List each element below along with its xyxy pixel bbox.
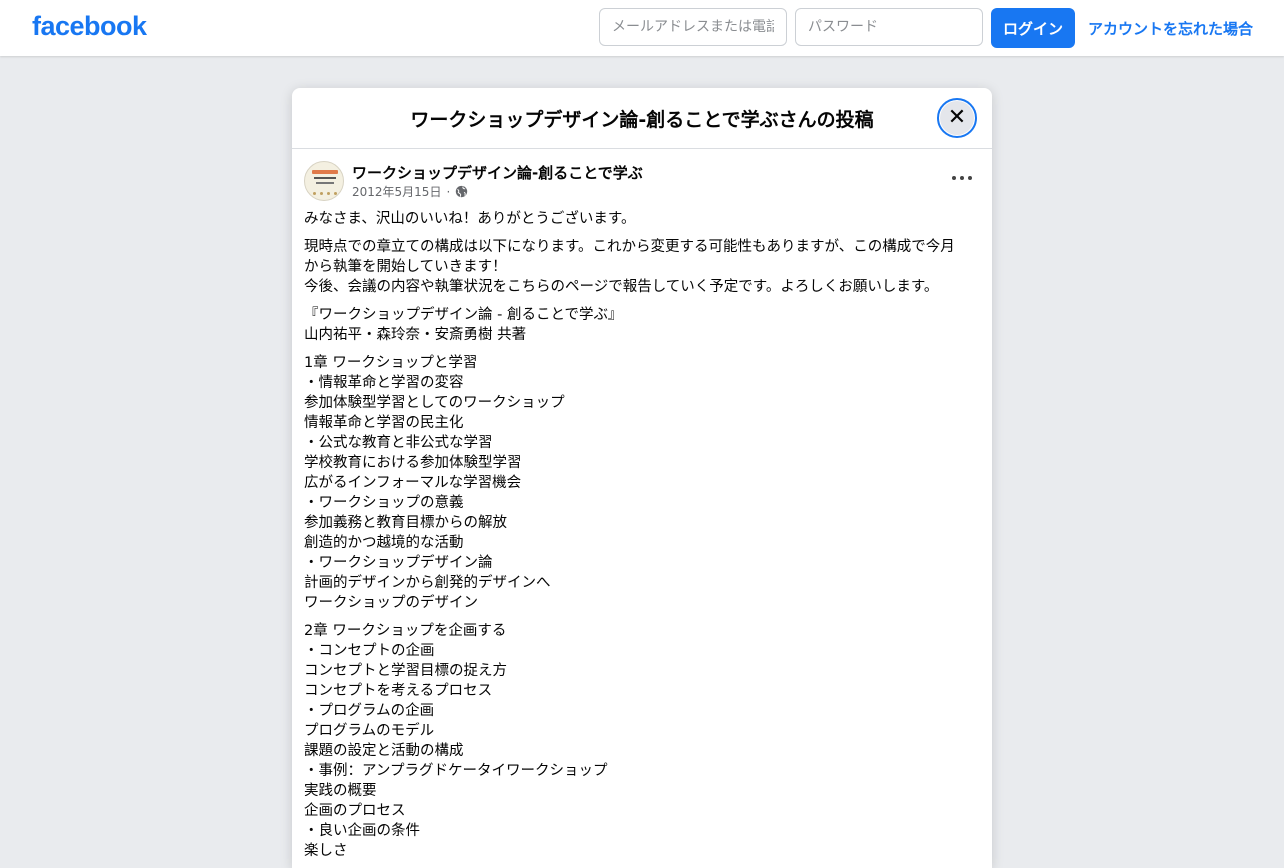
post-date[interactable]: 2012年5月15日 — [352, 183, 441, 200]
post-text-line: 参加義務と教育目標からの解放 — [304, 515, 507, 531]
post-text-line: ・事例：アンプラグドケータイワークショップ — [304, 763, 608, 779]
post-meta: 2012年5月15日 · — [352, 183, 468, 200]
post-text-line: 参加体験型学習としてのワークショップ — [304, 395, 565, 411]
post-text-line: から執筆を開始していきます！ — [304, 259, 507, 275]
post-text-line: 山内祐平・森玲奈・安斎勇樹 共著 — [304, 327, 527, 343]
post-text-line: 現時点での章立ての構成は以下になります。これから変更する可能性もありますが、この… — [304, 239, 955, 255]
modal-title: ワークショップデザイン論-創ることで学ぶさんの投稿 — [410, 109, 874, 131]
post-paragraph: 1章 ワークショップと学習 ・情報革命と学習の変容参加体験型学習としてのワークショ… — [304, 353, 980, 613]
post-text-line: ・ワークショップの意義 — [304, 495, 464, 511]
post-text-line: コンセプトと学習目標の捉え方 — [304, 663, 507, 679]
post-text-line: ・良い企画の条件 — [304, 823, 420, 839]
login-button[interactable]: ログイン — [991, 8, 1075, 48]
post-text-line: 1章 ワークショップと学習 — [304, 355, 478, 371]
post-paragraph: 現時点での章立ての構成は以下になります。これから変更する可能性もありますが、この… — [304, 237, 980, 297]
post-text-line: ワークショップのデザイン — [304, 595, 478, 611]
post-text-line: 創造的かつ越境的な活動 — [304, 535, 464, 551]
post-text-line: 学校教育における参加体験型学習 — [304, 455, 522, 471]
post-text-line: 楽しさ — [304, 843, 348, 859]
globe-icon — [456, 185, 468, 198]
post-text-line: ・プログラムの企画 — [304, 703, 435, 719]
separator-dot: · — [446, 184, 451, 199]
post-text-line: コンセプトを考えるプロセス — [304, 683, 493, 699]
post-text-line: 今後、会議の内容や執筆状況をこちらのページで報告していく予定です。よろしくお願い… — [304, 279, 939, 295]
post-text-line: 実践の概要 — [304, 783, 377, 799]
close-icon: ✕ — [947, 105, 967, 130]
more-options-icon[interactable] — [952, 171, 972, 185]
post-text-line: 企画のプロセス — [304, 803, 406, 819]
email-input[interactable] — [599, 8, 787, 46]
modal-header: ワークショップデザイン論-創ることで学ぶさんの投稿 ✕ — [292, 88, 992, 149]
post-paragraph: 2章 ワークショップを企画する ・コンセプトの企画コンセプトと学習目標の捉え方 コン… — [304, 621, 980, 861]
close-button[interactable]: ✕ — [937, 98, 977, 138]
post-text-line: 2章 ワークショップを企画する — [304, 623, 507, 639]
post-text-line: 『ワークショップデザイン論 - 創ることで学ぶ』 — [304, 307, 623, 323]
forgot-account-link[interactable]: アカウントを忘れた場合 — [1088, 18, 1253, 39]
post-text-line: みなさま、沢山のいいね！ありがとうございます。 — [304, 211, 636, 227]
post-modal: ワークショップデザイン論-創ることで学ぶさんの投稿 ✕ ワークショップデザイン論… — [292, 88, 992, 868]
post-text-line: ・情報革命と学習の変容 — [304, 375, 464, 391]
post-text-line: ・コンセプトの企画 — [304, 643, 435, 659]
post-text-line: プログラムのモデル — [304, 723, 435, 739]
post-paragraph: みなさま、沢山のいいね！ありがとうございます。 — [304, 209, 980, 229]
avatar[interactable] — [304, 161, 344, 201]
top-bar: facebook ログイン アカウントを忘れた場合 — [0, 0, 1284, 56]
post-text-line: 計画的デザインから創発的デザインへ — [304, 575, 551, 591]
facebook-logo[interactable]: facebook — [32, 11, 147, 42]
post-text-line: ・ワークショップデザイン論 — [304, 555, 493, 571]
post-text-line: 広がるインフォーマルな学習機会 — [304, 475, 522, 491]
post-text-line: ・公式な教育と非公式な学習 — [304, 435, 493, 451]
password-input[interactable] — [795, 8, 983, 46]
post-header: ワークショップデザイン論-創ることで学ぶ 2012年5月15日 · — [292, 149, 992, 203]
post-body: みなさま、沢山のいいね！ありがとうございます。現時点での章立ての構成は以下になり… — [292, 203, 992, 861]
post-text-line: 課題の設定と活動の構成 — [304, 743, 464, 759]
post-paragraph: 『ワークショップデザイン論 - 創ることで学ぶ』 山内祐平・森玲奈・安斎勇樹 共著 — [304, 305, 980, 345]
post-text-line: 情報革命と学習の民主化 — [304, 415, 464, 431]
page-name-link[interactable]: ワークショップデザイン論-創ることで学ぶ — [352, 162, 643, 183]
